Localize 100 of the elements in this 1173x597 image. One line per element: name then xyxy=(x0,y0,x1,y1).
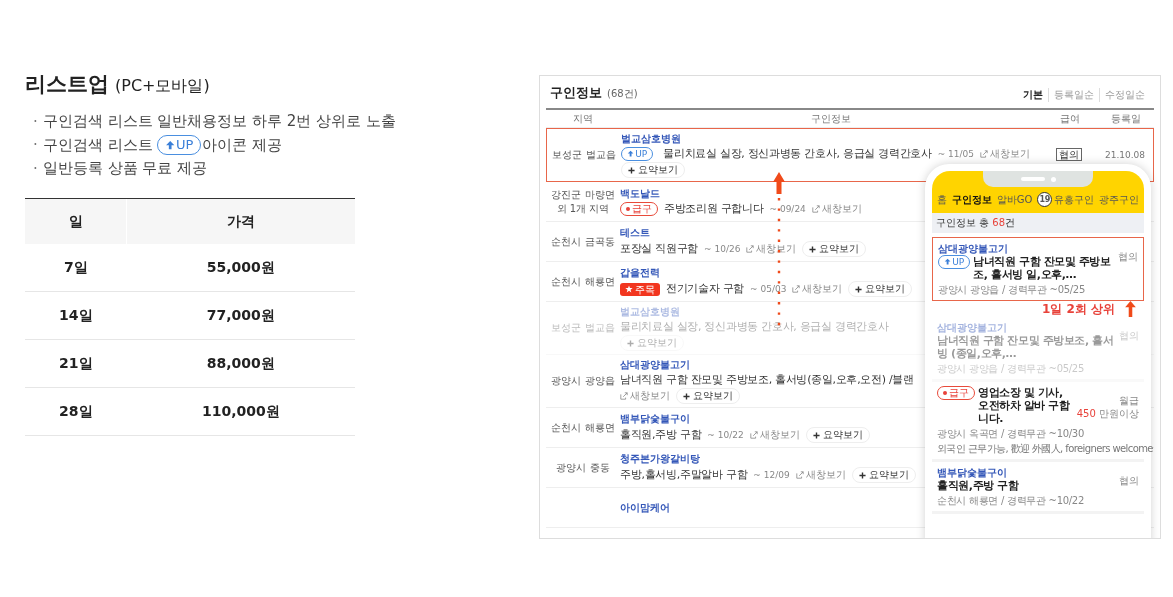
region-text: 순천시 해룡면 xyxy=(551,275,615,287)
job-title: 남녀직원 구함 잔모및 주방보조, 홀서빙 (종일,오후,… xyxy=(937,334,1115,360)
sort-link[interactable]: 기본 xyxy=(1018,88,1048,102)
new-window-link[interactable]: 새창보기 xyxy=(980,147,1031,161)
company-link[interactable]: 삼대광양불고기 xyxy=(620,359,690,370)
section-subtitle: (PC+모바일) xyxy=(115,76,210,97)
arrow-up-icon xyxy=(1125,301,1136,317)
badge-text: 급구 xyxy=(632,203,652,215)
region-text: 순천시 해룡면 xyxy=(551,421,615,433)
company-link[interactable]: 백도날드 xyxy=(620,188,660,199)
company-link[interactable]: 갑을전력 xyxy=(620,267,660,278)
external-link-icon xyxy=(795,471,804,479)
column-header: 일 xyxy=(25,198,127,244)
nav-tab[interactable]: 홈 xyxy=(937,192,947,207)
meta-text: 광양시 광양읍 / 경력무관 ~05/25 xyxy=(938,283,1086,296)
pay-label: 협의 xyxy=(1118,250,1138,263)
external-link-icon xyxy=(749,431,758,439)
summary-button[interactable]: 요약보기 xyxy=(621,162,685,178)
summary-button[interactable]: 요약보기 xyxy=(805,427,870,443)
external-link-icon xyxy=(811,205,820,213)
pay-label: 협의 xyxy=(1119,474,1139,487)
date-text: 21.10.08 xyxy=(1104,150,1146,160)
bullet-text: 구인검색 리스트 일반채용정보 하루 2번 상위로 노출 xyxy=(42,112,396,131)
table-cell: 110,000원 xyxy=(126,387,355,436)
badge-text: UP xyxy=(635,148,648,160)
table-cell: 88,000원 xyxy=(126,339,355,388)
bullet-mark: · xyxy=(33,159,38,178)
table-cell: 28일 xyxy=(25,387,127,436)
new-window-link[interactable]: 새창보기 xyxy=(795,468,846,482)
company-link[interactable]: 뱀부닭숯불구이 xyxy=(620,413,690,424)
external-link-icon xyxy=(980,150,989,158)
summary-button[interactable]: 요약보기 xyxy=(802,241,867,257)
job-title[interactable]: 주방조리원 구합니다 xyxy=(664,202,764,216)
plus-icon xyxy=(683,392,690,400)
job-title[interactable]: 주방,홀서빙,주말알바 구함 xyxy=(620,468,748,482)
badge-text: UP xyxy=(952,256,965,268)
job-card[interactable]: 삼대광양불고기 UP 남녀직원 구함 잔모및 주방보조, 홀서빙 일,오후,… 협의 광양시 광양읍 / 경력무관 ~05/25 xyxy=(932,237,1144,301)
table-cell: 7일 xyxy=(25,244,127,292)
external-link-icon xyxy=(620,392,628,400)
nav-tab[interactable]: 광주구인 xyxy=(1099,192,1139,207)
new-window-link[interactable]: 새창보기 xyxy=(620,389,670,403)
company-text: 뱀부닭숯불구이 xyxy=(937,466,1008,479)
job-title[interactable]: 물리치료실 실장, 정신과병동 간호사, 응급실 경력간호사 xyxy=(663,147,932,161)
plus-icon xyxy=(855,285,863,293)
column-header: 가격 xyxy=(126,198,355,244)
dot-icon xyxy=(943,391,947,395)
meta-text: 광양시 옥곡면 / 경력무관 ~10/30 xyxy=(937,427,1085,440)
section-title: 리스트업 xyxy=(25,71,109,98)
table-cell: 77,000원 xyxy=(126,291,355,340)
summary-button[interactable]: 요약보기 xyxy=(851,467,916,483)
pay-amount: 450 만원이상 xyxy=(1076,407,1139,420)
badge-text: 주목 xyxy=(635,282,655,296)
new-window-link[interactable]: 새창보기 xyxy=(811,202,862,216)
pay-label: 월급 xyxy=(1118,394,1139,407)
summary-button[interactable]: 요약보기 xyxy=(848,281,913,297)
job-card[interactable]: 뱀부닭숯불구이 홀직원,주방 구함 협의 순천시 해룡면 / 경력무관 ~10/22 xyxy=(932,462,1144,514)
region-text: 보성군 벌교읍 xyxy=(552,149,616,160)
summary-button[interactable]: 요약보기 xyxy=(676,388,740,404)
column-header: 급여 xyxy=(1059,111,1081,126)
deadline-text: ~ 10/22 xyxy=(707,429,744,442)
dot-icon xyxy=(626,207,630,211)
deadline-text: ~ 09/24 xyxy=(769,203,806,216)
callout-text: 1일 2회 상위 xyxy=(1041,301,1115,317)
arrow-up-icon xyxy=(944,258,952,266)
company-link[interactable]: 테스트 xyxy=(620,227,650,238)
list-count: (68건) xyxy=(607,87,638,101)
column-header: 구인정보 xyxy=(810,111,852,126)
company-link[interactable]: 벌교삼호병원 xyxy=(621,133,681,144)
column-header: 등록일 xyxy=(1110,111,1142,126)
new-window-link[interactable]: 새창보기 xyxy=(792,282,843,296)
arrow-up-icon xyxy=(627,150,635,158)
job-title[interactable]: 홀직원,주방 구함 xyxy=(620,428,702,442)
region-text: 광양시 중동 xyxy=(556,461,610,473)
company-link[interactable]: 청주본가왕갈비탕 xyxy=(620,453,700,464)
new-window-link[interactable]: 새창보기 xyxy=(746,242,797,256)
plus-icon xyxy=(809,245,817,253)
nav-tab[interactable]: 구인정보 xyxy=(951,192,992,207)
deadline-text: ~ 12/09 xyxy=(753,469,790,482)
bullet-text: 구인검색 리스트 xyxy=(42,135,153,155)
region-text: 강진군 마량면 외 1개 지역 xyxy=(551,188,615,214)
plus-icon xyxy=(627,339,634,347)
nav-tab[interactable]: 19 유흥구인 xyxy=(1037,192,1095,207)
job-title[interactable]: 포장실 직원구함 xyxy=(620,242,699,256)
table-cell: 55,000원 xyxy=(126,244,355,292)
new-window-link[interactable]: 새창보기 xyxy=(749,428,800,442)
nav-tab[interactable]: 알바GO xyxy=(996,192,1033,207)
plus-icon xyxy=(858,471,866,479)
region-text: 순천시 금곡동 xyxy=(551,235,615,247)
job-title[interactable]: 전기기술자 구함 xyxy=(666,282,745,296)
plus-icon xyxy=(812,431,820,439)
region-text: 광양시 광양읍 xyxy=(551,375,615,386)
external-link-icon xyxy=(792,285,801,293)
plus-icon xyxy=(628,166,635,174)
note-text: 외국인 근무가능, 歡迎 外國人, foreigners welcome xyxy=(937,442,1153,455)
company-link[interactable]: 아이맘케어 xyxy=(620,501,670,513)
external-link-icon xyxy=(746,245,755,253)
table-cell: 21일 xyxy=(25,339,127,388)
list-title: 구인정보 xyxy=(550,84,602,102)
table-cell: 14일 xyxy=(25,291,127,340)
job-title[interactable]: 남녀직원 구함 잔모및 주방보조, 홀서빙(종일,오후,오전) /블랜 xyxy=(620,373,914,387)
